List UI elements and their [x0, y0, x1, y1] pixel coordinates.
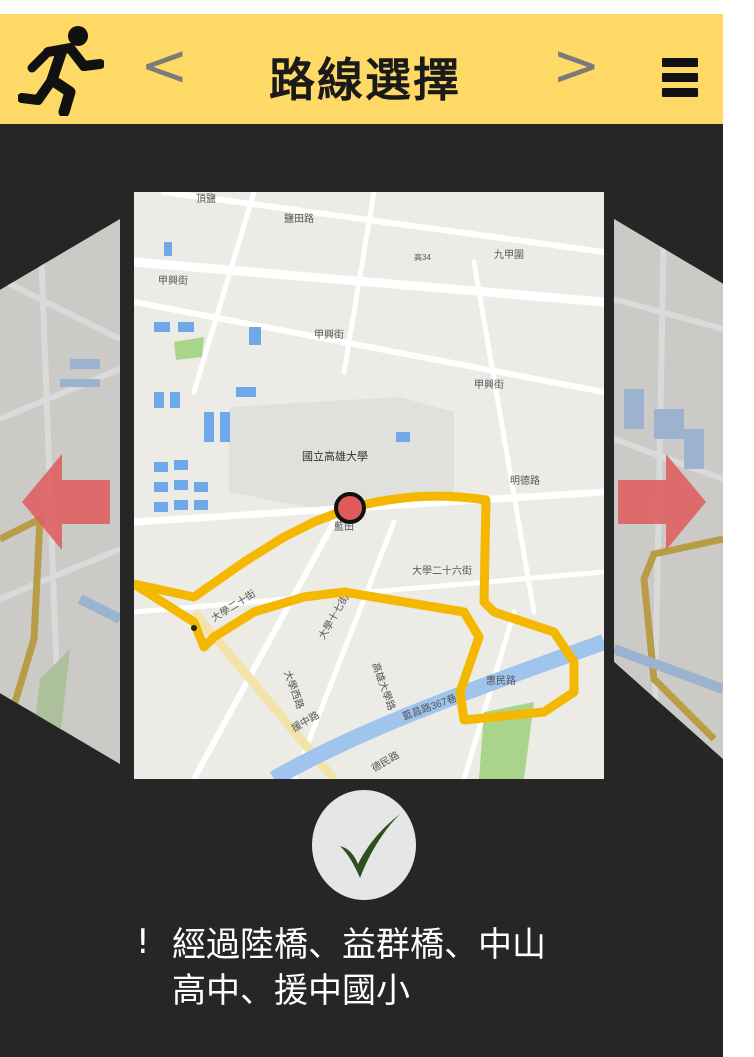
app-frame: < 路線選擇 > 頂鹽 鹽田路 九甲圍 甲興街 甲興街 甲興街 國立高雄大學 明…	[0, 14, 723, 1057]
right-arrow-icon[interactable]	[616, 454, 706, 550]
header-bar: < 路線選擇 >	[0, 14, 723, 124]
hamburger-menu-icon[interactable]	[662, 58, 700, 104]
left-arrow-icon[interactable]	[22, 454, 112, 550]
route-description-line-2: 高中、援中國小	[172, 971, 410, 1011]
map-label-mingde-rd: 明德路	[510, 474, 540, 487]
map-label-road-34: 高34	[414, 252, 431, 262]
prev-route-button[interactable]: <	[140, 30, 189, 100]
map-label-nuk: 國立高雄大學	[302, 449, 368, 463]
map-label-dingyan: 頂鹽	[196, 192, 216, 205]
checkmark-icon	[340, 814, 400, 878]
map-label-jiujiawei: 九甲圍	[494, 249, 524, 261]
confirm-route-button[interactable]	[312, 790, 416, 900]
start-marker	[334, 492, 366, 524]
map-label-jiaxing-st-3: 甲興街	[474, 378, 504, 391]
page-title: 路線選擇	[269, 53, 461, 107]
next-route-button[interactable]: >	[552, 30, 601, 100]
map-label-jiaxing-st-2: 甲興街	[314, 328, 344, 341]
map-label-daxue-26-st: 大學二十六街	[412, 564, 472, 577]
warning-icon: !	[136, 922, 150, 962]
route-description: 經過陸橋、益群橋、中山 高中、援中國小	[172, 922, 612, 1014]
map-label-huimin-rd: 惠民路	[486, 674, 516, 687]
route-map[interactable]: 頂鹽 鹽田路 九甲圍 甲興街 甲興街 甲興街 國立高雄大學 明德路 藍田 大學二…	[134, 192, 604, 779]
map-label-yantian-rd: 鹽田路	[284, 212, 314, 225]
running-person-icon[interactable]	[18, 24, 104, 116]
route-description-line-1: 經過陸橋、益群橋、中山	[172, 925, 546, 965]
map-label-jiaxing-st-1: 甲興街	[158, 274, 188, 287]
